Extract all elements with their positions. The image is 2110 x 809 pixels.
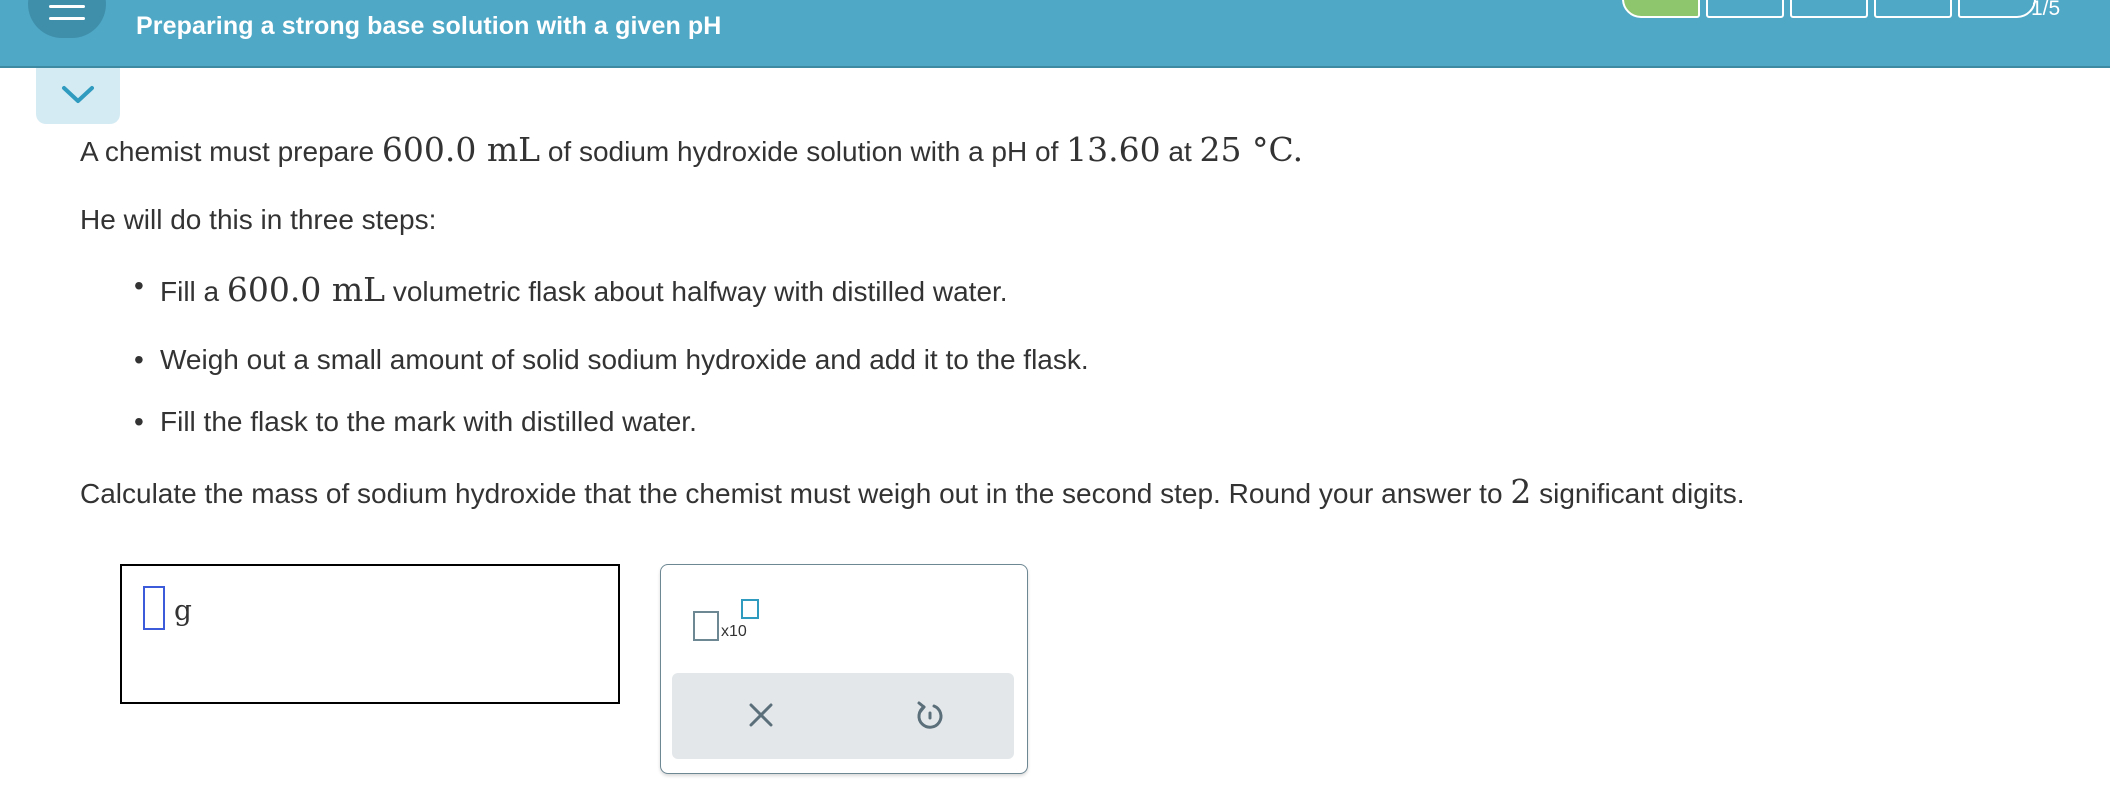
progress-segment — [1958, 0, 2036, 18]
question-text: Calculate the mass of sodium hydroxide t… — [80, 472, 1745, 511]
steps-intro: He will do this in three steps: — [80, 204, 437, 235]
progress-segment — [1790, 0, 1868, 18]
menu-button[interactable] — [28, 0, 106, 38]
progress-segment-complete — [1622, 0, 1700, 18]
bullet-icon: • — [134, 406, 144, 437]
progress-indicator — [1622, 0, 2042, 18]
top-bar-divider — [0, 66, 2110, 68]
math-tool-panel: x10 — [660, 564, 1028, 774]
clear-button[interactable] — [741, 695, 781, 735]
progress-segment — [1706, 0, 1784, 18]
chevron-down-icon — [62, 86, 94, 103]
step-item: • Weigh out a small amount of solid sodi… — [134, 344, 1089, 375]
action-bar — [672, 673, 1014, 759]
page-title: Preparing a strong base solution with a … — [136, 12, 722, 40]
collapse-button[interactable] — [36, 68, 120, 124]
scientific-notation-button[interactable]: x10 — [693, 599, 773, 649]
step-item: • Fill the flask to the mark with distil… — [134, 406, 697, 437]
unit-label: g — [174, 594, 192, 627]
hamburger-menu-icon — [49, 5, 85, 8]
base-placeholder-icon — [693, 611, 719, 641]
ph-value: 13.60 — [1066, 130, 1161, 169]
bullet-icon: • — [134, 270, 144, 301]
undo-icon — [917, 701, 943, 729]
progress-counter: 1/5 — [2031, 0, 2061, 20]
exponent-placeholder-icon — [741, 599, 759, 619]
volume-value: 600.0 mL — [381, 130, 541, 169]
top-bar: Preparing a strong base solution with a … — [0, 0, 2110, 66]
problem-intro: A chemist must prepare 600.0 mL of sodiu… — [80, 130, 1304, 169]
temperature-value: 25 °C — [1199, 130, 1293, 169]
answer-input-box[interactable]: g — [120, 564, 620, 704]
undo-button[interactable] — [910, 695, 950, 735]
x10-label: x10 — [721, 623, 747, 640]
answer-input-field[interactable] — [143, 586, 165, 630]
sig-digits-value: 2 — [1510, 472, 1532, 511]
x-icon — [749, 703, 773, 727]
progress-segment — [1874, 0, 1952, 18]
step-item: • Fill a 600.0 mL volumetric flask about… — [134, 270, 1008, 309]
bullet-icon: • — [134, 344, 144, 375]
